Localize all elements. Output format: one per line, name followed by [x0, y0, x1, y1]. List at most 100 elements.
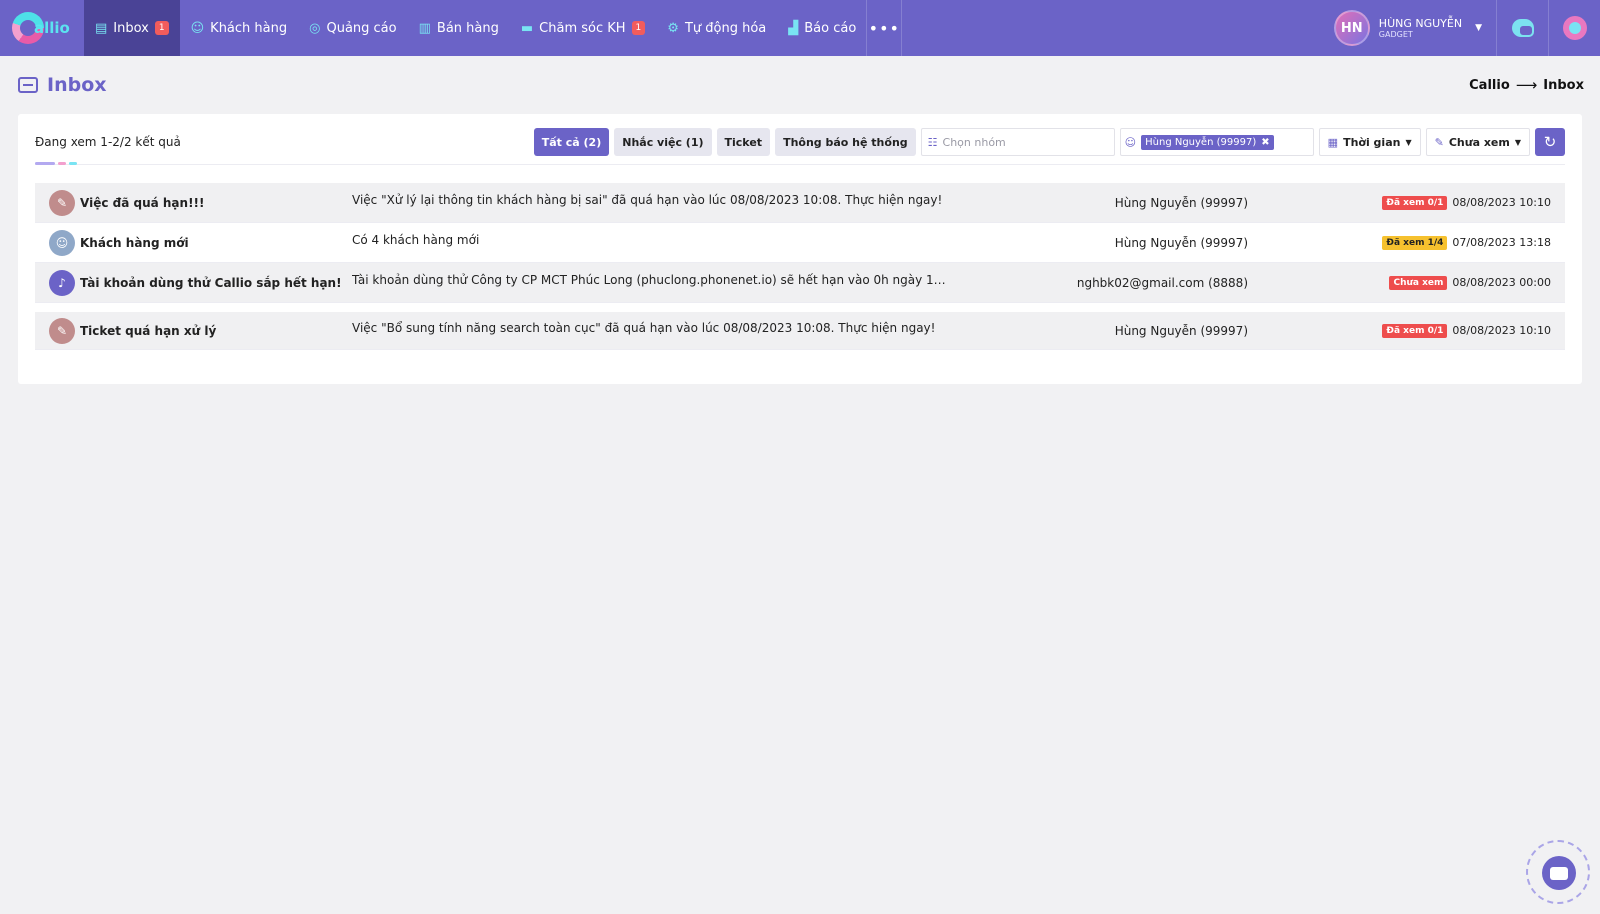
nav-label: Inbox	[113, 20, 149, 36]
user-org: GADGET	[1378, 29, 1413, 39]
logo-text: allio	[34, 19, 70, 37]
group-placeholder: Chọn nhóm	[942, 135, 1006, 149]
item-time: 08/08/2023 10:10	[1452, 196, 1551, 209]
inbox-icon: ▤	[95, 20, 108, 36]
item-message: Việc "Bổ sung tính năng search toàn cục"…	[352, 320, 936, 335]
page-title: Inbox	[18, 74, 107, 96]
filter-all-button[interactable]: Tất cả (2)	[533, 128, 610, 156]
bar-chart-icon: ▟	[788, 20, 799, 36]
item-meta: Đã xem 1/4 07/08/2023 13:18	[1382, 235, 1551, 250]
user-icon: ☺	[49, 229, 75, 256]
item-title: Ticket quá hạn xử lý	[80, 323, 217, 338]
refresh-button[interactable]: ↻	[1535, 128, 1565, 156]
list-item[interactable]: ✎ Việc đã quá hạn!!! Việc "Xử lý lại thô…	[35, 183, 1565, 223]
top-navigation-bar: allio ▤ Inbox 1 ☺ Khách hàng ◎ Quảng cáo…	[0, 0, 1600, 56]
nav-item-ads[interactable]: ◎ Quảng cáo	[298, 0, 407, 56]
filter-ticket-button[interactable]: Ticket	[716, 128, 771, 156]
item-time: 07/08/2023 13:18	[1452, 236, 1551, 249]
group-icon: ☷	[927, 135, 938, 149]
nav-badge: 1	[154, 21, 169, 35]
ticket-icon: ▬	[520, 20, 534, 36]
item-title: Khách hàng mới	[80, 235, 189, 250]
more-icon: •••	[868, 18, 900, 38]
nav-label: Bán hàng	[436, 20, 499, 36]
nav-item-sales[interactable]: ▥ Bán hàng	[408, 0, 510, 56]
user-info: HÙNG NGUYỄN GADGET	[1379, 17, 1462, 40]
page-header: Inbox Callio ⟶ Inbox	[18, 72, 1584, 98]
item-message: Việc "Xử lý lại thông tin khách hàng bị …	[352, 192, 943, 207]
robot-icon: ⚙	[667, 20, 679, 36]
result-count: Đang xem 1-2/2 kết quả	[35, 135, 181, 149]
nav-label: Khách hàng	[210, 20, 288, 36]
user-filter[interactable]: ☺ Hùng Nguyễn (99997) ✖	[1119, 128, 1314, 156]
item-time: 08/08/2023 10:10	[1452, 324, 1551, 337]
refresh-icon: ↻	[1543, 133, 1557, 151]
nav-item-inbox[interactable]: ▤ Inbox 1	[84, 0, 180, 56]
avatar: HN	[1333, 10, 1370, 46]
target-icon: ◎	[309, 20, 321, 36]
inbox-list: ✎ Việc đã quá hạn!!! Việc "Xử lý lại thô…	[35, 183, 1565, 350]
breadcrumb-root[interactable]: Callio	[1469, 78, 1510, 93]
status-badge: Chưa xem	[1389, 275, 1448, 290]
nav-label: Báo cáo	[804, 20, 857, 36]
chat-button[interactable]	[1496, 0, 1548, 56]
pin-icon: ✎	[49, 317, 75, 344]
user-tag-label: Hùng Nguyễn (99997)	[1145, 136, 1257, 148]
nav-item-customers[interactable]: ☺ Khách hàng	[180, 0, 299, 56]
filter-group: Tất cả (2) Nhắc việc (1) Ticket Thông bá…	[533, 128, 1565, 156]
user-name: HÙNG NGUYỄN	[1378, 16, 1463, 30]
filter-system-button[interactable]: Thông báo hệ thống	[775, 128, 916, 156]
bell-icon: ♪	[49, 269, 75, 296]
nav-label: Chăm sóc KH	[539, 20, 626, 36]
chevron-down-icon: ▼	[1405, 137, 1412, 147]
item-owner: Hùng Nguyễn (99997)	[1114, 323, 1248, 338]
item-meta: Đã xem 0/1 08/08/2023 10:10	[1382, 323, 1551, 338]
list-item[interactable]: ✎ Ticket quá hạn xử lý Việc "Bổ sung tín…	[35, 312, 1565, 350]
more-menu-button[interactable]: •••	[866, 0, 903, 56]
item-message: Tài khoản dùng thử Công ty CP MCT Phúc L…	[352, 272, 950, 287]
item-owner: Hùng Nguyễn (99997)	[1114, 235, 1248, 250]
status-label: Chưa xem	[1448, 135, 1510, 149]
filter-reminder-button[interactable]: Nhắc việc (1)	[614, 128, 712, 156]
inbox-toolbar: Đang xem 1-2/2 kết quả Tất cả (2) Nhắc v…	[35, 128, 1565, 156]
time-label: Thời gian	[1343, 135, 1401, 149]
status-badge: Đã xem 0/1	[1382, 195, 1448, 210]
pin-icon: ✎	[1434, 135, 1444, 149]
loading-indicator	[35, 162, 77, 165]
inbox-tray-icon	[18, 77, 38, 93]
barcode-icon: ▥	[418, 20, 431, 36]
list-item[interactable]: ☺ Khách hàng mới Có 4 khách hàng mới Hùn…	[35, 223, 1565, 263]
customers-icon: ☺	[190, 20, 205, 36]
nav-item-automation[interactable]: ⚙ Tự động hóa	[656, 0, 777, 56]
divider	[35, 164, 1565, 165]
arrow-right-icon: ⟶	[1515, 76, 1538, 94]
pin-icon: ✎	[49, 189, 75, 216]
nav-label: Tự động hóa	[684, 20, 767, 36]
chevron-down-icon: ▼	[1514, 137, 1521, 147]
chat-icon	[1511, 19, 1534, 37]
time-dropdown[interactable]: ▦ Thời gian ▼	[1318, 128, 1421, 156]
user-menu[interactable]: HN HÙNG NGUYỄN GADGET ▼	[1324, 0, 1496, 56]
list-item[interactable]: ♪ Tài khoản dùng thử Callio sắp hết hạn!…	[35, 263, 1565, 303]
status-dropdown[interactable]: ✎ Chưa xem ▼	[1425, 128, 1530, 156]
phone-button[interactable]	[1548, 0, 1600, 56]
item-title: Tài khoản dùng thử Callio sắp hết hạn!	[80, 275, 342, 290]
nav-item-reports[interactable]: ▟ Báo cáo	[777, 0, 866, 56]
calendar-icon: ▦	[1327, 135, 1339, 149]
callio-logo[interactable]: allio	[0, 0, 84, 56]
status-badge: Đã xem 1/4	[1382, 235, 1448, 250]
page-title-text: Inbox	[47, 74, 107, 96]
close-icon[interactable]: ✖	[1261, 137, 1269, 148]
support-chat-widget[interactable]	[1526, 840, 1590, 904]
item-time: 08/08/2023 00:00	[1452, 276, 1551, 289]
item-title: Việc đã quá hạn!!!	[80, 195, 205, 210]
item-owner: nghbk02@gmail.com (8888)	[1076, 275, 1248, 290]
breadcrumb-current: Inbox	[1543, 77, 1584, 93]
breadcrumb: Callio ⟶ Inbox	[1469, 76, 1584, 94]
group-select[interactable]: ☷ Chọn nhóm	[920, 128, 1115, 156]
item-meta: Đã xem 0/1 08/08/2023 10:10	[1382, 195, 1551, 210]
nav-item-customer-care[interactable]: ▬ Chăm sóc KH 1	[510, 0, 656, 56]
chevron-down-icon: ▼	[1475, 23, 1482, 33]
item-meta: Chưa xem 08/08/2023 00:00	[1389, 275, 1551, 290]
